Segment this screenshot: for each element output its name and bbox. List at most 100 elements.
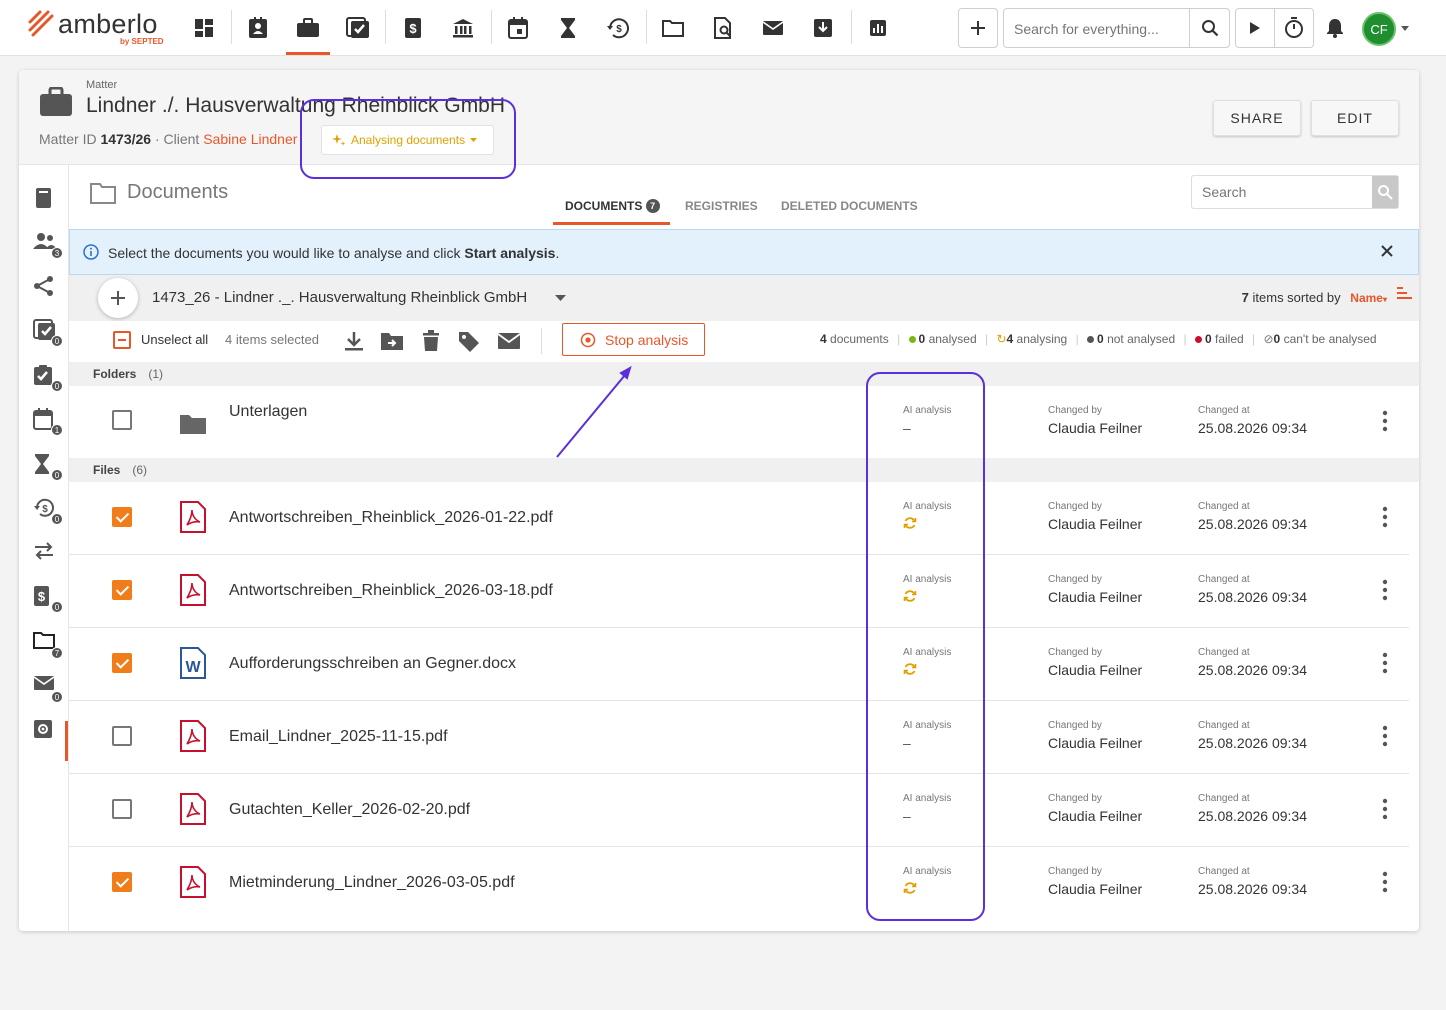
hourglass-icon <box>35 454 49 474</box>
sidebar-item-time[interactable]: $ 0 <box>33 497 63 525</box>
file-name[interactable]: Antwortschreiben_Rheinblick_2026-03-18.p… <box>229 582 553 600</box>
bell-icon[interactable] <box>1319 12 1351 44</box>
documents-search-button[interactable] <box>1372 176 1398 208</box>
sidebar-item-overview[interactable] <box>33 187 59 213</box>
unselect-all-checkbox[interactable] <box>113 331 131 349</box>
close-icon[interactable] <box>1380 244 1394 258</box>
billing-icon[interactable]: $ <box>397 12 429 44</box>
file-name[interactable]: Antwortschreiben_Rheinblick_2026-01-22.p… <box>229 509 553 527</box>
path-dropdown-icon[interactable] <box>555 295 566 301</box>
sidebar-item-events[interactable]: 1 <box>33 408 63 436</box>
file-row[interactable]: Mietminderung_Lindner_2026-03-05.pdf AI a… <box>69 847 1409 920</box>
row-menu-icon[interactable] <box>1382 652 1388 674</box>
reports-icon[interactable] <box>862 12 894 44</box>
documents-search-input[interactable] <box>1202 184 1362 200</box>
sidebar-item-billing[interactable]: $ 0 <box>33 585 63 613</box>
changed-by-value: Claudia Feilner <box>1048 881 1143 897</box>
time-history-icon[interactable]: $ <box>602 12 634 44</box>
sidebar-item-mail[interactable]: 0 <box>33 675 63 703</box>
changed-by-value: Claudia Feilner <box>1048 516 1143 532</box>
file-name[interactable]: Email_Lindner_2025-11-15.pdf <box>229 728 448 746</box>
file-name[interactable]: Mietminderung_Lindner_2026-03-05.pdf <box>229 874 515 892</box>
tab-registries[interactable]: REGISTRIES <box>685 199 758 213</box>
document-search-icon[interactable] <box>707 12 739 44</box>
amberlo-logo[interactable]: amberlo by SEPTED <box>28 7 178 47</box>
row-menu-icon[interactable] <box>1382 579 1388 601</box>
row-menu-icon[interactable] <box>1382 871 1388 893</box>
stop-analysis-button[interactable]: Stop analysis <box>562 323 705 356</box>
download-icon[interactable] <box>342 330 366 352</box>
share-button[interactable]: SHARE <box>1213 100 1301 136</box>
sort-order-icon[interactable] <box>1397 287 1412 300</box>
file-row[interactable]: Antwortschreiben_Rheinblick_2026-03-18.p… <box>69 555 1409 628</box>
contacts-icon[interactable] <box>242 12 274 44</box>
tasks-icon[interactable] <box>342 12 374 44</box>
file-name[interactable]: Aufforderungsschreiben an Gegner.docx <box>229 655 516 673</box>
sidebar-item-settings[interactable] <box>33 719 59 745</box>
create-new-button[interactable] <box>958 8 998 48</box>
analysis-stats: 4 documents | 0 analysed | ↻4 analysing … <box>820 332 1377 346</box>
file-name[interactable]: Gutachten_Keller_2026-02-20.pdf <box>229 801 470 819</box>
sidebar-item-deadlines[interactable]: 0 <box>33 453 63 481</box>
start-timer-button[interactable] <box>1235 8 1275 48</box>
row-menu-icon[interactable] <box>1382 506 1388 528</box>
tab-deleted-documents[interactable]: DELETED DOCUMENTS <box>781 199 918 213</box>
folder-row[interactable]: Unterlagen AI analysis – Changed by Clau… <box>69 386 1409 458</box>
dashboard-icon[interactable] <box>188 12 220 44</box>
sidebar-item-transfers[interactable] <box>33 541 59 567</box>
avatar-dropdown-icon[interactable] <box>1401 26 1409 31</box>
tab-documents-label: DOCUMENTS <box>565 199 643 213</box>
row-checkbox[interactable] <box>112 872 132 892</box>
move-to-folder-icon[interactable] <box>380 330 404 352</box>
sidebar-item-checklist[interactable]: 0 <box>33 364 63 392</box>
row-checkbox[interactable] <box>112 653 132 673</box>
changed-by-label: Changed by <box>1048 793 1102 804</box>
delete-icon[interactable] <box>419 330 443 352</box>
folder-icon[interactable] <box>657 12 689 44</box>
file-row[interactable]: W Aufforderungsschreiben an Gegner.docx AI… <box>69 628 1409 701</box>
user-avatar[interactable]: CF <box>1362 12 1396 46</box>
bank-icon[interactable] <box>447 12 479 44</box>
unselect-all-link[interactable]: Unselect all <box>141 332 208 347</box>
svg-text:W: W <box>185 659 201 676</box>
annotation-highlight-analysing <box>300 99 516 179</box>
global-search-input[interactable] <box>1014 17 1189 41</box>
file-row[interactable]: Email_Lindner_2025-11-15.pdf AI analysis –… <box>69 701 1409 774</box>
add-document-button[interactable] <box>98 278 138 318</box>
time-badge: 0 <box>51 513 63 525</box>
hourglass-icon[interactable] <box>552 12 584 44</box>
folder-name[interactable]: Unterlagen <box>229 403 307 421</box>
changed-by-value: Claudia Feilner <box>1048 808 1143 824</box>
stop-analysis-label: Stop analysis <box>605 331 689 348</box>
row-menu-icon[interactable] <box>1382 410 1388 432</box>
tag-icon[interactable] <box>457 330 481 352</box>
inbox-download-icon[interactable] <box>807 12 839 44</box>
row-checkbox[interactable] <box>112 580 132 600</box>
sidebar-item-tasks[interactable]: 0 <box>33 319 63 347</box>
edit-button[interactable]: EDIT <box>1311 100 1399 136</box>
row-checkbox[interactable] <box>112 726 132 746</box>
file-row[interactable]: Antwortschreiben_Rheinblick_2026-01-22.p… <box>69 482 1409 555</box>
row-checkbox[interactable] <box>112 410 132 430</box>
sort-field-dropdown[interactable]: Name <box>1350 291 1383 305</box>
sidebar-item-documents[interactable]: 7 <box>33 631 63 659</box>
mail-icon[interactable] <box>757 12 789 44</box>
active-nav-indicator <box>286 52 330 55</box>
row-checkbox[interactable] <box>112 507 132 527</box>
row-menu-icon[interactable] <box>1382 798 1388 820</box>
sidebar-item-contacts[interactable]: 3 <box>33 231 63 259</box>
sidebar-item-share[interactable] <box>33 275 59 301</box>
row-checkbox[interactable] <box>112 799 132 819</box>
tab-documents[interactable]: DOCUMENTS 7 <box>565 199 660 213</box>
info-banner-text: Select the documents you would like to a… <box>108 245 560 261</box>
row-menu-icon[interactable] <box>1382 725 1388 747</box>
global-search-button[interactable] <box>1189 9 1229 47</box>
client-link[interactable]: Sabine Lindner <box>203 131 297 147</box>
mail-icon[interactable] <box>497 330 521 352</box>
folder-icon <box>33 632 55 649</box>
calendar-icon[interactable] <box>502 12 534 44</box>
matters-icon[interactable] <box>292 12 324 44</box>
stopwatch-button[interactable] <box>1274 8 1314 48</box>
changed-by-value: Claudia Feilner <box>1048 589 1143 605</box>
file-row[interactable]: Gutachten_Keller_2026-02-20.pdf AI analys… <box>69 774 1409 847</box>
